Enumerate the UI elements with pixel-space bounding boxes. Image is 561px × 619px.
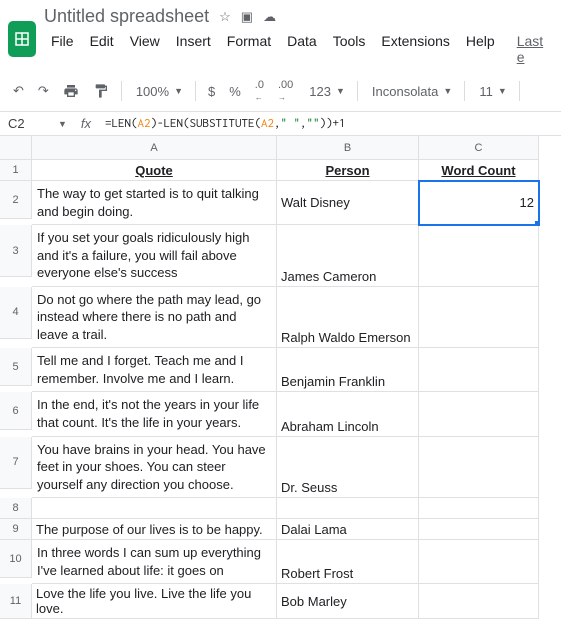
row-header[interactable]: 11: [0, 584, 32, 619]
cell[interactable]: Robert Frost: [277, 540, 419, 584]
last-edit-link[interactable]: Last e: [510, 29, 553, 69]
cell[interactable]: You have brains in your head. You have f…: [32, 437, 277, 499]
font-size-dropdown[interactable]: 11▼: [472, 80, 511, 103]
menu-file[interactable]: File: [44, 29, 81, 69]
cell[interactable]: Dalai Lama: [277, 519, 419, 540]
row-header[interactable]: 3: [0, 225, 32, 277]
menu-edit[interactable]: Edit: [83, 29, 121, 69]
cell[interactable]: The purpose of our lives is to be happy.: [32, 519, 277, 540]
name-box-dropdown-icon[interactable]: ▼: [58, 119, 67, 129]
decrease-decimal-button[interactable]: .0←: [250, 75, 269, 107]
menu-tools[interactable]: Tools: [326, 29, 373, 69]
toolbar: ↶ ↷ 100%▼ $ % .0← .00→ 123▼ Inconsolata▼…: [0, 71, 561, 112]
cell[interactable]: [277, 498, 419, 519]
row-header[interactable]: 7: [0, 437, 32, 489]
cell[interactable]: James Cameron: [277, 225, 419, 287]
currency-button[interactable]: $: [203, 80, 220, 103]
cell[interactable]: [419, 584, 539, 619]
cell[interactable]: [419, 498, 539, 519]
cell-active[interactable]: 12: [419, 181, 539, 225]
cell[interactable]: Do not go where the path may lead, go in…: [32, 287, 277, 349]
cell[interactable]: [419, 519, 539, 540]
cell[interactable]: Abraham Lincoln: [277, 392, 419, 436]
font-dropdown[interactable]: Inconsolata▼: [365, 80, 457, 103]
cell[interactable]: Tell me and I forget. Teach me and I rem…: [32, 348, 277, 392]
menu-format[interactable]: Format: [220, 29, 278, 69]
cell[interactable]: [419, 437, 539, 499]
cell[interactable]: [419, 348, 539, 392]
cell[interactable]: Word Count: [419, 160, 539, 181]
menu-help[interactable]: Help: [459, 29, 502, 69]
col-header-a[interactable]: A: [32, 136, 277, 160]
row-header[interactable]: 1: [0, 160, 32, 181]
row-header[interactable]: 6: [0, 392, 32, 430]
cell[interactable]: [419, 392, 539, 436]
cell[interactable]: In three words I can sum up everything I…: [32, 540, 277, 584]
fx-label: fx: [81, 116, 91, 131]
cell[interactable]: [32, 498, 277, 519]
menu-extensions[interactable]: Extensions: [374, 29, 456, 69]
redo-icon[interactable]: ↷: [33, 79, 54, 103]
star-icon[interactable]: ☆: [219, 9, 231, 25]
print-icon[interactable]: [58, 79, 84, 103]
name-box[interactable]: C2: [8, 116, 58, 131]
cell[interactable]: Quote: [32, 160, 277, 181]
cell[interactable]: If you set your goals ridiculously high …: [32, 225, 277, 287]
cell[interactable]: In the end, it's not the years in your l…: [32, 392, 277, 436]
formula-bar: C2 ▼ fx =LEN(A2)-LEN(SUBSTITUTE(A2," ","…: [0, 112, 561, 136]
doc-title[interactable]: Untitled spreadsheet: [44, 6, 209, 27]
cell[interactable]: [419, 287, 539, 349]
paint-format-icon[interactable]: [88, 79, 114, 103]
row-header[interactable]: 4: [0, 287, 32, 339]
row-header[interactable]: 8: [0, 498, 32, 519]
row-header[interactable]: 5: [0, 348, 32, 386]
cell[interactable]: The way to get started is to quit talkin…: [32, 181, 277, 225]
move-icon[interactable]: ▣: [241, 9, 253, 25]
menu-data[interactable]: Data: [280, 29, 324, 69]
increase-decimal-button[interactable]: .00→: [273, 75, 298, 107]
zoom-dropdown[interactable]: 100%▼: [129, 80, 188, 103]
col-header-b[interactable]: B: [277, 136, 419, 160]
spreadsheet-grid[interactable]: A B C 1 Quote Person Word Count 2 The wa…: [0, 136, 561, 619]
cloud-icon[interactable]: ☁: [263, 9, 276, 25]
select-all-corner[interactable]: [0, 136, 32, 160]
cell[interactable]: Walt Disney: [277, 181, 419, 225]
cell[interactable]: Love the life you live. Live the life yo…: [32, 584, 277, 619]
percent-button[interactable]: %: [224, 80, 246, 103]
row-header[interactable]: 2: [0, 181, 32, 219]
menubar: File Edit View Insert Format Data Tools …: [44, 27, 553, 71]
formula-input[interactable]: =LEN(A2)-LEN(SUBSTITUTE(A2," ",""))+1: [105, 117, 346, 130]
undo-icon[interactable]: ↶: [8, 79, 29, 103]
cell[interactable]: Person: [277, 160, 419, 181]
menu-view[interactable]: View: [123, 29, 167, 69]
row-header[interactable]: 9: [0, 519, 32, 540]
cell[interactable]: [419, 540, 539, 584]
cell[interactable]: Ralph Waldo Emerson: [277, 287, 419, 349]
more-formats-dropdown[interactable]: 123▼: [302, 80, 350, 103]
col-header-c[interactable]: C: [419, 136, 539, 160]
row-header[interactable]: 10: [0, 540, 32, 578]
cell[interactable]: Dr. Seuss: [277, 437, 419, 499]
cell[interactable]: Benjamin Franklin: [277, 348, 419, 392]
sheets-logo[interactable]: [8, 21, 36, 57]
cell[interactable]: Bob Marley: [277, 584, 419, 619]
menu-insert[interactable]: Insert: [169, 29, 218, 69]
cell[interactable]: [419, 225, 539, 287]
